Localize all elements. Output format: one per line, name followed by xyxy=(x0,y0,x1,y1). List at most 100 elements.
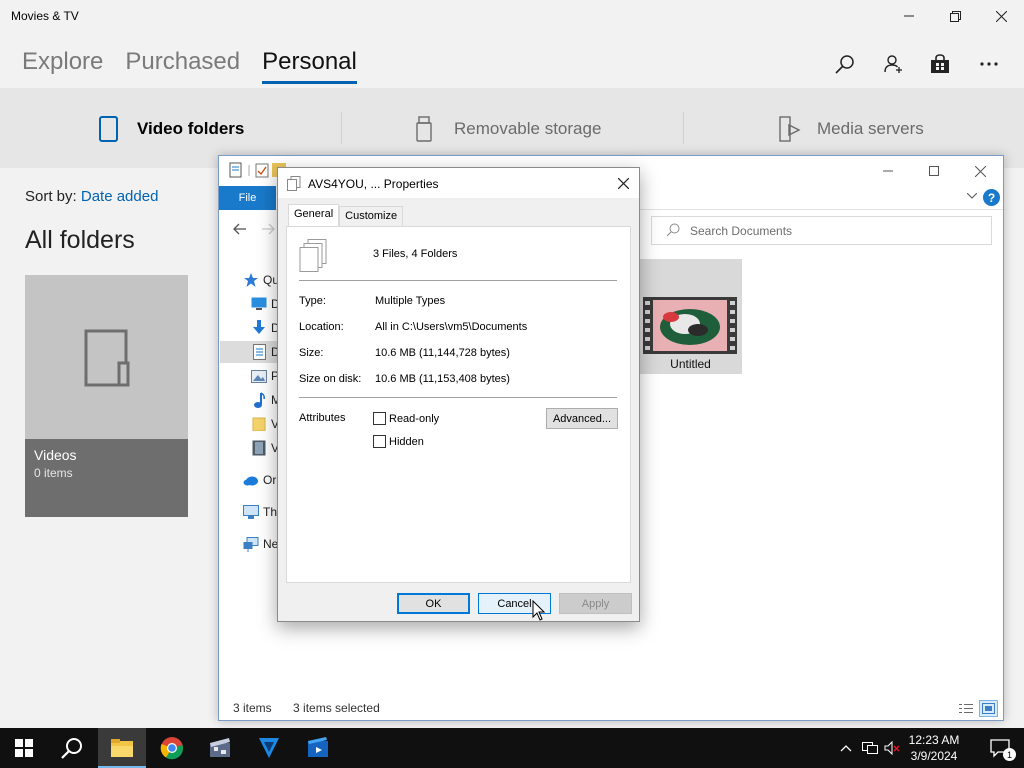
tree-label: Or xyxy=(263,473,277,487)
divider xyxy=(683,112,684,144)
close-button[interactable] xyxy=(978,0,1024,32)
multiple-files-icon xyxy=(299,239,327,272)
ok-button[interactable]: OK xyxy=(397,593,470,614)
tab-explore[interactable]: Explore xyxy=(22,48,103,84)
pictures-icon xyxy=(251,368,267,384)
video-thumbnail xyxy=(643,297,737,354)
network-icon[interactable] xyxy=(862,740,878,756)
location-value: All in C:\Users\vm5\Documents xyxy=(375,321,528,333)
download-arrow-icon xyxy=(251,320,267,336)
clock-time: 12:23 AM xyxy=(908,733,960,747)
taskbar-chrome[interactable] xyxy=(148,728,196,768)
more-icon[interactable] xyxy=(973,48,1005,80)
taskbar: 12:23 AM 3/9/2024 1 xyxy=(0,728,1024,768)
media-server-icon xyxy=(779,116,801,142)
subnav-label: Removable storage xyxy=(454,119,602,138)
subnav-video-folders[interactable]: Video folders xyxy=(98,112,244,146)
subnav-removable-storage[interactable]: Removable storage xyxy=(414,112,601,146)
device-icon xyxy=(99,116,118,142)
size-on-disk-label: Size on disk: xyxy=(299,373,362,385)
location-label: Location: xyxy=(299,321,344,333)
type-value: Multiple Types xyxy=(375,295,446,307)
tab-customize[interactable]: Customize xyxy=(339,206,404,226)
dialog-titlebar: AVS4YOU, ... Properties xyxy=(278,168,639,198)
folder-count: 0 items xyxy=(34,466,73,480)
show-hidden-icons-icon[interactable] xyxy=(838,740,854,756)
tab-general[interactable]: General xyxy=(288,204,340,226)
desktop-icon xyxy=(251,296,267,312)
size-value: 10.6 MB (11,144,728 bytes) xyxy=(375,347,510,359)
divider xyxy=(299,397,617,398)
restore-button[interactable] xyxy=(932,0,978,32)
app-title: Movies & TV xyxy=(11,9,79,23)
clock-date: 3/9/2024 xyxy=(910,749,958,763)
sort-value-dropdown[interactable]: Date added xyxy=(81,188,159,205)
taskbar-search-button[interactable] xyxy=(48,728,96,768)
readonly-checkbox[interactable]: Read-only xyxy=(373,412,439,425)
size-label: Size: xyxy=(299,347,324,359)
network-icon xyxy=(243,536,259,552)
tab-personal[interactable]: Personal xyxy=(262,48,357,84)
search-icon[interactable] xyxy=(829,48,861,80)
account-icon[interactable] xyxy=(877,48,909,80)
store-icon[interactable] xyxy=(924,48,956,80)
explorer-status-bar: 3 items 3 items selected xyxy=(233,701,398,715)
search-icon xyxy=(61,738,82,759)
subnav-label: Video folders xyxy=(137,119,245,138)
explorer-minimize-button[interactable] xyxy=(865,156,911,186)
details-view-icon[interactable] xyxy=(956,700,975,717)
dialog-close-button[interactable] xyxy=(607,168,639,198)
action-center-button[interactable]: 1 xyxy=(976,728,1024,768)
help-icon[interactable]: ? xyxy=(983,189,1000,206)
computer-icon xyxy=(243,504,259,520)
forward-arrow-icon[interactable] xyxy=(261,222,275,239)
file-menu-button[interactable]: File xyxy=(219,186,276,210)
checkbox-box xyxy=(373,412,386,425)
taskbar-video-editor[interactable] xyxy=(196,728,244,768)
minimize-button[interactable] xyxy=(886,0,932,32)
multiple-files-icon xyxy=(287,176,301,191)
app-titlebar: Movies & TV xyxy=(0,0,1024,32)
folder-tile-videos[interactable]: Videos 0 items xyxy=(25,275,188,517)
advanced-button[interactable]: Advanced... xyxy=(546,408,618,429)
document-icon xyxy=(251,344,267,360)
taskbar-file-explorer[interactable] xyxy=(98,728,146,768)
large-icons-view-icon[interactable] xyxy=(979,700,998,717)
tree-documents[interactable]: D xyxy=(220,341,280,363)
hidden-checkbox[interactable]: Hidden xyxy=(373,435,424,448)
subnav-label: Media servers xyxy=(817,119,924,138)
notification-count: 1 xyxy=(1003,748,1016,761)
divider xyxy=(299,280,617,281)
folder-name: Videos xyxy=(34,447,77,463)
subnav-media-servers[interactable]: Media servers xyxy=(778,112,924,146)
start-button[interactable] xyxy=(0,728,48,768)
taskbar-video-app[interactable] xyxy=(245,728,293,768)
tab-purchased[interactable]: Purchased xyxy=(125,48,240,84)
explorer-close-button[interactable] xyxy=(957,156,1003,186)
volume-muted-icon[interactable] xyxy=(884,740,900,756)
status-item-count: 3 items xyxy=(233,701,272,715)
section-title: All folders xyxy=(25,226,135,254)
file-item-untitled[interactable]: Untitled xyxy=(639,259,742,374)
apply-button[interactable]: Apply xyxy=(559,593,632,614)
search-placeholder: Search Documents xyxy=(690,223,793,238)
search-documents-input[interactable]: Search Documents xyxy=(651,216,992,245)
size-on-disk-value: 10.6 MB (11,153,408 bytes) xyxy=(375,373,510,385)
ribbon-expand-icon[interactable] xyxy=(966,190,978,202)
file-item-name: Untitled xyxy=(670,357,711,371)
dialog-title: AVS4YOU, ... Properties xyxy=(308,177,439,191)
usb-icon xyxy=(416,116,432,142)
back-arrow-icon[interactable] xyxy=(233,222,247,239)
explorer-maximize-button[interactable] xyxy=(911,156,957,186)
hidden-label: Hidden xyxy=(389,435,424,448)
taskbar-clock[interactable]: 12:23 AM 3/9/2024 xyxy=(904,732,964,764)
film-clapper-icon xyxy=(210,738,230,757)
taskbar-movies-tv[interactable] xyxy=(294,728,342,768)
search-icon xyxy=(666,223,680,237)
tree-label: Th xyxy=(263,505,278,519)
folder-device-icon xyxy=(84,329,130,387)
mouse-cursor-icon xyxy=(532,600,546,621)
folder-icon xyxy=(111,739,133,757)
folder-tile-caption: Videos 0 items xyxy=(25,439,188,517)
folder-icon xyxy=(251,416,267,432)
